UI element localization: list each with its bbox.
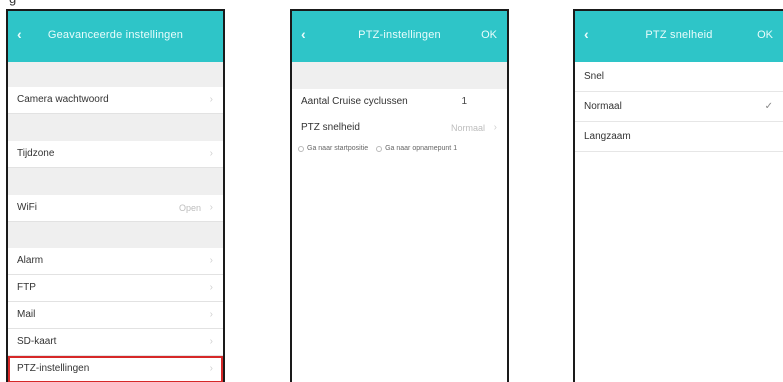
section-gap bbox=[8, 114, 223, 141]
chevron-right-icon: › bbox=[209, 363, 213, 374]
header-title: PTZ-instellingen bbox=[358, 29, 441, 41]
phone-screen-ptz-speed: ‹ PTZ snelheid OK Snel Normaal ✓ Langzaa… bbox=[573, 9, 783, 382]
ptz-speed-row[interactable]: PTZ snelheid Normaal › bbox=[292, 115, 507, 141]
list-item-camera-password[interactable]: Camera wachtwoord › bbox=[8, 87, 223, 114]
chevron-right-icon: › bbox=[493, 122, 497, 133]
wifi-status-value: Open bbox=[178, 203, 201, 213]
list-item-label: PTZ-instellingen bbox=[17, 363, 90, 374]
chevron-right-icon: › bbox=[209, 336, 213, 347]
list-item-wifi[interactable]: WiFi Open › bbox=[8, 195, 223, 222]
phone-screen-ptz-settings: ‹ PTZ-instellingen OK Aantal Cruise cycl… bbox=[290, 9, 509, 382]
list-item-label: Mail bbox=[17, 309, 36, 320]
radio-preset-point[interactable]: Ga naar opnamepunt 1 bbox=[376, 145, 457, 152]
list-item-label: SD-kaart bbox=[17, 336, 57, 347]
ptz-speed-value: Normaal bbox=[450, 123, 485, 133]
chevron-right-icon: › bbox=[209, 202, 213, 213]
list-item-sd-card[interactable]: SD-kaart › bbox=[8, 329, 223, 356]
list-item-ftp[interactable]: FTP › bbox=[8, 275, 223, 302]
chevron-right-icon: › bbox=[209, 255, 213, 266]
radio-label: Ga naar startpositie bbox=[307, 145, 369, 152]
header-bar: ‹ Geavanceerde instellingen bbox=[8, 11, 223, 62]
chevron-right-icon: › bbox=[209, 148, 213, 159]
list-item-ptz-settings[interactable]: PTZ-instellingen › bbox=[8, 356, 223, 382]
speed-option-normal[interactable]: Normaal ✓ bbox=[575, 92, 783, 122]
list-item-timezone[interactable]: Tijdzone › bbox=[8, 141, 223, 168]
chevron-right-icon: › bbox=[209, 94, 213, 105]
chevron-right-icon: › bbox=[209, 309, 213, 320]
radio-circle-icon bbox=[298, 146, 304, 152]
radio-label: Ga naar opnamepunt 1 bbox=[385, 145, 458, 152]
ok-button[interactable]: OK bbox=[481, 29, 497, 41]
option-label: Langzaam bbox=[584, 131, 631, 142]
header-bar: ‹ PTZ snelheid OK bbox=[575, 11, 783, 62]
ok-button[interactable]: OK bbox=[757, 29, 773, 41]
list-item-label: Alarm bbox=[17, 255, 44, 266]
phone-screen-advanced-settings: ‹ Geavanceerde instellingen Camera wacht… bbox=[6, 9, 225, 382]
header-bar: ‹ PTZ-instellingen OK bbox=[292, 11, 507, 62]
speed-option-fast[interactable]: Snel bbox=[575, 62, 783, 92]
radio-start-position[interactable]: Ga naar startpositie bbox=[298, 145, 368, 152]
section-gap bbox=[292, 62, 507, 89]
option-label: Snel bbox=[584, 71, 605, 82]
cruise-cycles-input[interactable]: 1 bbox=[461, 89, 467, 115]
section-gap bbox=[8, 168, 223, 195]
radio-circle-icon bbox=[376, 146, 383, 152]
list-item-mail[interactable]: Mail › bbox=[8, 302, 223, 329]
section-gap bbox=[8, 62, 223, 87]
header-title: PTZ snelheid bbox=[645, 29, 713, 41]
checkmark-icon: ✓ bbox=[764, 101, 773, 112]
cruise-cycles-label: Aantal Cruise cyclussen bbox=[301, 96, 408, 107]
list-item-label: Camera wachtwoord bbox=[17, 94, 109, 105]
list-item-alarm[interactable]: Alarm › bbox=[8, 248, 223, 275]
section-gap bbox=[8, 222, 223, 248]
top-caption: g bbox=[9, 0, 16, 6]
chevron-right-icon: › bbox=[209, 282, 213, 293]
ptz-speed-label: PTZ snelheid bbox=[301, 122, 360, 133]
cruise-cycles-row[interactable]: Aantal Cruise cyclussen 1 bbox=[292, 89, 507, 115]
header-title: Geavanceerde instellingen bbox=[47, 29, 184, 41]
speed-option-slow[interactable]: Langzaam bbox=[575, 122, 783, 152]
list-item-label: WiFi bbox=[17, 202, 37, 213]
list-item-label: FTP bbox=[17, 282, 36, 293]
list-item-label: Tijdzone bbox=[17, 148, 55, 159]
option-label: Normaal bbox=[584, 101, 622, 112]
start-position-options: Ga naar startpositie Ga naar opnamepunt … bbox=[292, 141, 507, 156]
